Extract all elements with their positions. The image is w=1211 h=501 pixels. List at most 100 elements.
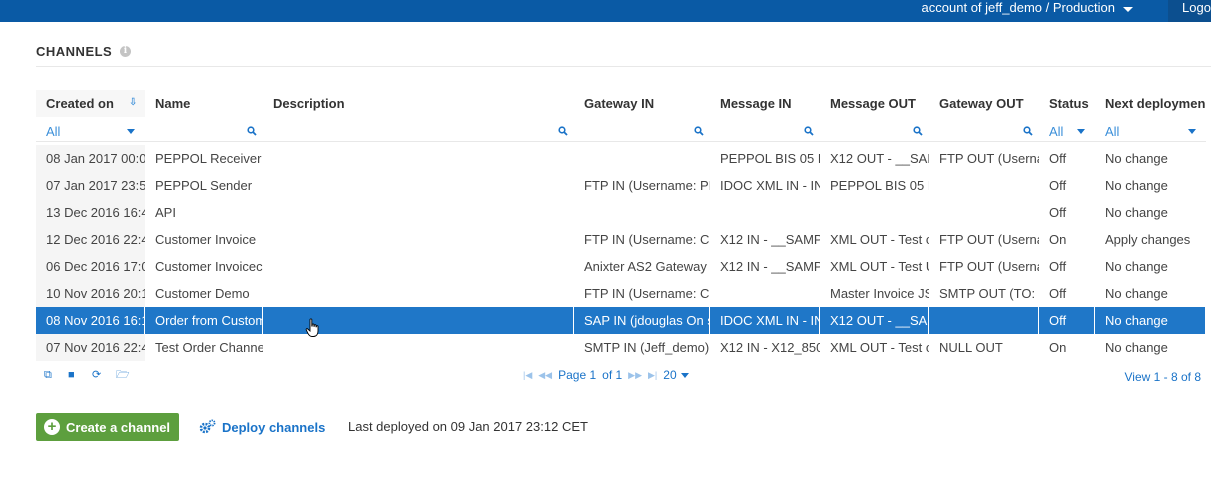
- created-on-cell[interactable]: 07 Jan 2017 23:5: [36, 172, 145, 199]
- message-out-cell[interactable]: Master Invoice JS: [820, 280, 929, 307]
- column-header-message-in[interactable]: Message IN: [710, 90, 820, 117]
- create-channel-button[interactable]: + Create a channel: [36, 413, 179, 441]
- gateway-in-cell[interactable]: FTP IN (Username: PE: [574, 172, 710, 199]
- search-icon[interactable]: [804, 126, 814, 136]
- next-deployment-cell[interactable]: No change: [1095, 307, 1206, 334]
- status-cell[interactable]: Off: [1039, 307, 1095, 334]
- message-out-cell[interactable]: X12 OUT - __SAI: [820, 307, 929, 334]
- sort-icon[interactable]: ⇩: [129, 98, 137, 108]
- logout-button[interactable]: Logo: [1168, 0, 1211, 22]
- copy-icon[interactable]: ⧉: [44, 370, 56, 381]
- filter-select[interactable]: All: [1039, 121, 1095, 142]
- table-row[interactable]: 13 Dec 2016 16:4 API Off No change: [36, 199, 1206, 226]
- search-icon[interactable]: [247, 126, 257, 136]
- filter-input[interactable]: [929, 121, 1039, 142]
- name-cell[interactable]: Test Order Channe: [145, 334, 263, 361]
- message-out-cell[interactable]: XML OUT - Test c: [820, 334, 929, 361]
- gateway-in-cell[interactable]: SAP IN (jdouglas On s: [574, 307, 710, 334]
- gateway-out-cell[interactable]: [929, 307, 1039, 334]
- message-in-cell[interactable]: X12 IN - __SAMP: [710, 253, 820, 280]
- message-in-cell[interactable]: IDOC XML IN - IN: [710, 172, 820, 199]
- column-header-next-deployment[interactable]: Next deploymen: [1095, 90, 1206, 117]
- message-in-cell[interactable]: [710, 280, 820, 307]
- message-in-filter[interactable]: [710, 118, 820, 145]
- message-in-cell[interactable]: IDOC XML IN - IN: [710, 307, 820, 334]
- description-cell[interactable]: [263, 280, 574, 307]
- description-cell[interactable]: [263, 334, 574, 361]
- filter-select[interactable]: All: [1095, 121, 1206, 142]
- next-deployment-cell[interactable]: No change: [1095, 280, 1206, 307]
- column-header-gateway-out[interactable]: Gateway OUT: [929, 90, 1039, 117]
- next-page-icon[interactable]: ▶▶: [628, 370, 642, 381]
- gateway-out-cell[interactable]: FTP OUT (Userna: [929, 145, 1039, 172]
- next-deployment-filter[interactable]: All: [1095, 118, 1206, 145]
- gateway-in-cell[interactable]: [574, 199, 710, 226]
- filter-input[interactable]: [710, 121, 820, 142]
- gateway-out-cell[interactable]: [929, 172, 1039, 199]
- message-in-cell[interactable]: [710, 199, 820, 226]
- status-cell[interactable]: Off: [1039, 199, 1095, 226]
- name-cell[interactable]: Customer Demo: [145, 280, 263, 307]
- column-header-description[interactable]: Description: [263, 90, 574, 117]
- gateway-out-cell[interactable]: NULL OUT: [929, 334, 1039, 361]
- name-cell[interactable]: Order from Custom: [145, 307, 263, 334]
- gateway-in-cell[interactable]: FTP IN (Username: Cu: [574, 226, 710, 253]
- description-cell[interactable]: [263, 253, 574, 280]
- created-on-cell[interactable]: 08 Nov 2016 16:1: [36, 307, 145, 334]
- message-in-cell[interactable]: X12 IN - X12_850: [710, 334, 820, 361]
- next-deployment-cell[interactable]: No change: [1095, 172, 1206, 199]
- next-deployment-cell[interactable]: Apply changes: [1095, 226, 1206, 253]
- message-in-cell[interactable]: PEPPOL BIS 05 I: [710, 145, 820, 172]
- message-in-cell[interactable]: X12 IN - __SAMP: [710, 226, 820, 253]
- status-cell[interactable]: Off: [1039, 253, 1095, 280]
- column-header-status[interactable]: Status: [1039, 90, 1095, 117]
- gateway-in-filter[interactable]: [574, 118, 710, 145]
- created-on-cell[interactable]: 10 Nov 2016 20:1: [36, 280, 145, 307]
- info-icon[interactable]: i: [120, 46, 132, 57]
- description-cell[interactable]: [263, 145, 574, 172]
- gateway-in-cell[interactable]: [574, 145, 710, 172]
- created-on-cell[interactable]: 07 Nov 2016 22:4: [36, 334, 145, 361]
- next-deployment-cell[interactable]: No change: [1095, 334, 1206, 361]
- status-filter[interactable]: All: [1039, 118, 1095, 145]
- created-on-cell[interactable]: 08 Jan 2017 00:03: [36, 145, 145, 172]
- description-cell[interactable]: [263, 172, 574, 199]
- column-header-name[interactable]: Name: [145, 90, 263, 117]
- message-out-cell[interactable]: X12 OUT - __SAI: [820, 145, 929, 172]
- status-cell[interactable]: On: [1039, 226, 1095, 253]
- created-on-filter[interactable]: All: [36, 118, 145, 145]
- next-deployment-cell[interactable]: No change: [1095, 145, 1206, 172]
- name-filter[interactable]: [145, 118, 263, 145]
- search-icon[interactable]: [558, 126, 568, 136]
- gateway-in-cell[interactable]: SMTP IN (Jeff_demo): [574, 334, 710, 361]
- refresh-icon[interactable]: ⟳: [92, 370, 104, 381]
- name-cell[interactable]: PEPPOL Receiver: [145, 145, 263, 172]
- description-cell[interactable]: [263, 199, 574, 226]
- account-menu[interactable]: account of jeff_demo / Production: [922, 0, 1133, 16]
- folder-icon[interactable]: 🗁: [116, 370, 130, 381]
- table-row[interactable]: 08 Nov 2016 16:1 Order from Custom SAP IN …: [36, 307, 1206, 334]
- message-out-cell[interactable]: [820, 199, 929, 226]
- column-header-created-on[interactable]: Created on ⇩: [36, 90, 145, 117]
- status-cell[interactable]: Off: [1039, 145, 1095, 172]
- search-icon[interactable]: [913, 126, 923, 136]
- name-cell[interactable]: Customer Invoice: [145, 226, 263, 253]
- filter-input[interactable]: [145, 121, 263, 142]
- name-cell[interactable]: PEPPOL Sender: [145, 172, 263, 199]
- name-cell[interactable]: API: [145, 199, 263, 226]
- filter-select[interactable]: All: [36, 121, 145, 142]
- table-row[interactable]: 08 Jan 2017 00:03 PEPPOL Receiver PEPPOL B…: [36, 145, 1206, 172]
- created-on-cell[interactable]: 13 Dec 2016 16:4: [36, 199, 145, 226]
- gateway-out-cell[interactable]: FTP OUT (Userna: [929, 226, 1039, 253]
- search-icon[interactable]: [694, 126, 704, 136]
- gateway-out-cell[interactable]: FTP OUT (Userna: [929, 253, 1039, 280]
- prev-page-icon[interactable]: ◀◀: [538, 370, 552, 381]
- created-on-cell[interactable]: 06 Dec 2016 17:0: [36, 253, 145, 280]
- next-deployment-cell[interactable]: No change: [1095, 199, 1206, 226]
- message-out-cell[interactable]: XML OUT - Test c: [820, 226, 929, 253]
- first-page-icon[interactable]: |◀: [523, 370, 532, 381]
- next-deployment-cell[interactable]: No change: [1095, 253, 1206, 280]
- search-icon[interactable]: [1023, 126, 1033, 136]
- table-row[interactable]: 07 Nov 2016 22:4 Test Order Channe SMTP IN…: [36, 334, 1206, 361]
- table-row[interactable]: 07 Jan 2017 23:5 PEPPOL Sender FTP IN (Use…: [36, 172, 1206, 199]
